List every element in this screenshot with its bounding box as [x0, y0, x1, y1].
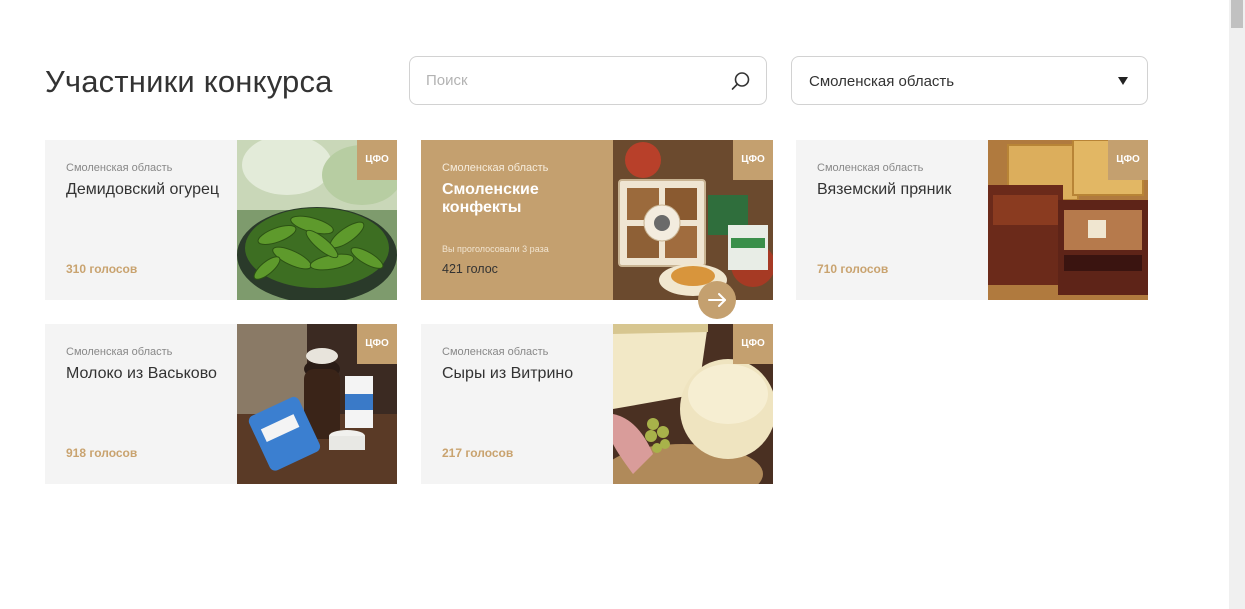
- region-select-value: Смоленская область: [809, 73, 955, 90]
- card-region: Смоленская область: [66, 346, 173, 358]
- card-text: Смоленская область Сыры из Витрино 217 г…: [442, 324, 610, 484]
- card-votes: 918 голосов: [66, 446, 138, 460]
- scrollbar[interactable]: [1229, 0, 1245, 609]
- search-icon[interactable]: [730, 70, 752, 92]
- card-text: Смоленская область Вяземский пряник 710 …: [817, 140, 985, 300]
- card-text: Смоленская область Смоленские конфекты В…: [442, 140, 610, 300]
- card-title: Смоленские конфекты: [442, 181, 539, 216]
- caret-down-icon: [1118, 77, 1128, 85]
- card-title: Молоко из Васьково: [66, 365, 217, 382]
- card-title: Вяземский пряник: [817, 181, 952, 198]
- region-badge: ЦФО: [733, 140, 773, 180]
- page-title: Участники конкурса: [45, 64, 333, 99]
- region-badge: ЦФО: [357, 140, 397, 180]
- arrow-right-icon: [708, 293, 726, 307]
- card-title: Демидовский огурец: [66, 181, 220, 198]
- card-votes: 421 голос: [442, 262, 498, 276]
- region-badge: ЦФО: [357, 324, 397, 364]
- region-select[interactable]: Смоленская область: [791, 56, 1148, 105]
- card-votes: 310 голосов: [66, 262, 138, 276]
- card-region: Смоленская область: [817, 162, 924, 174]
- region-badge: ЦФО: [733, 324, 773, 364]
- voted-note: Вы проголосовали 3 раза: [442, 244, 549, 254]
- participant-card-gingerbread[interactable]: Смоленская область Вяземский пряник 710 …: [796, 140, 1148, 300]
- next-button[interactable]: [698, 281, 736, 319]
- search-box: [409, 56, 767, 105]
- participant-card-candy[interactable]: Смоленская область Смоленские конфекты В…: [421, 140, 773, 300]
- card-region: Смоленская область: [442, 346, 549, 358]
- card-title: Сыры из Витрино: [442, 365, 574, 382]
- card-votes: 710 голосов: [817, 262, 889, 276]
- participant-card-milk[interactable]: Смоленская область Молоко из Васьково 91…: [45, 324, 397, 484]
- card-text: Смоленская область Молоко из Васьково 91…: [66, 324, 234, 484]
- search-input[interactable]: [426, 57, 726, 104]
- card-region: Смоленская область: [442, 162, 549, 174]
- scrollbar-thumb[interactable]: [1231, 0, 1243, 28]
- participant-card-cucumber[interactable]: Смоленская область Демидовский огурец 31…: [45, 140, 397, 300]
- region-badge: ЦФО: [1108, 140, 1148, 180]
- participant-card-cheese[interactable]: Смоленская область Сыры из Витрино 217 г…: [421, 324, 773, 484]
- card-votes: 217 голосов: [442, 446, 514, 460]
- card-region: Смоленская область: [66, 162, 173, 174]
- card-text: Смоленская область Демидовский огурец 31…: [66, 140, 234, 300]
